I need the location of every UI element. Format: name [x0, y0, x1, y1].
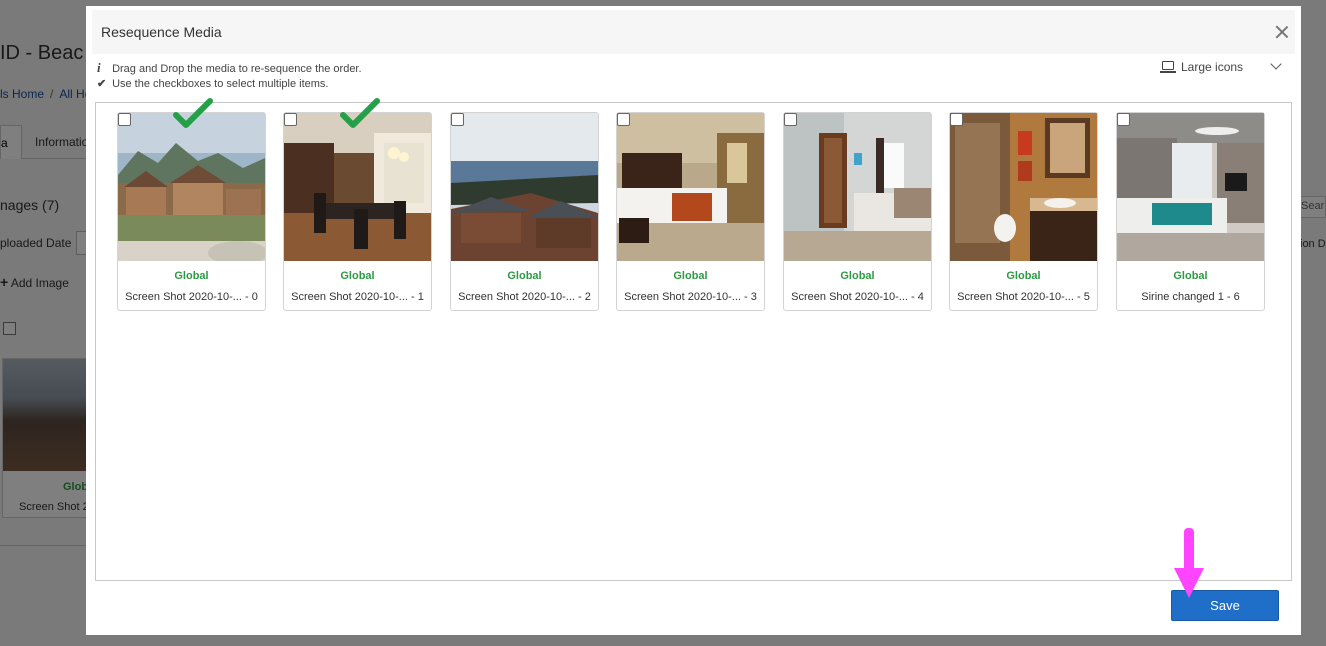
modal-header: Resequence Media	[92, 10, 1295, 54]
drag-hint-text: Drag and Drop the media to re-sequence t…	[112, 63, 362, 75]
view-mode-label: Large icons	[1181, 60, 1244, 74]
green-checkmark-icon	[340, 98, 380, 128]
media-checkbox[interactable]	[284, 113, 297, 126]
media-checkbox[interactable]	[784, 113, 797, 126]
media-card[interactable]: Global Screen Shot 2020-10-... - 4	[783, 112, 932, 311]
media-thumbnail	[1117, 113, 1264, 261]
media-scope: Global	[1006, 270, 1041, 282]
media-scope: Global	[840, 270, 875, 282]
media-scope: Global	[507, 270, 542, 282]
chevron-down-icon	[1270, 58, 1282, 70]
media-card[interactable]: Global Screen Shot 2020-10-... - 3	[616, 112, 765, 311]
view-mode-select[interactable]: Large icons	[1160, 58, 1286, 77]
info-icon: i	[97, 60, 101, 75]
laptop-icon	[1160, 61, 1176, 73]
media-card[interactable]: Global Sirine changed 1 - 6	[1116, 112, 1265, 311]
check-icon: ✔	[97, 78, 107, 90]
media-checkbox[interactable]	[118, 113, 131, 126]
modal-title: Resequence Media	[101, 24, 222, 40]
media-name: Screen Shot 2020-10-... - 2	[458, 291, 591, 303]
media-card[interactable]: Global Screen Shot 2020-10-... - 5	[949, 112, 1098, 311]
media-checkbox[interactable]	[451, 113, 464, 126]
media-card[interactable]: Global Screen Shot 2020-10-... - 1	[283, 98, 432, 311]
media-thumbnail	[950, 113, 1097, 261]
media-name: Sirine changed 1 - 6	[1141, 291, 1240, 303]
media-scope: Global	[673, 270, 708, 282]
arrow-down-icon	[1174, 528, 1204, 598]
media-card[interactable]: Global Screen Shot 2020-10-... - 0	[117, 98, 266, 311]
media-name: Screen Shot 2020-10-... - 0	[125, 291, 258, 303]
media-name: Screen Shot 2020-10-... - 1	[291, 291, 424, 303]
media-thumbnail	[118, 113, 265, 261]
media-name: Screen Shot 2020-10-... - 3	[624, 291, 757, 303]
media-checkbox[interactable]	[617, 113, 630, 126]
media-grid: Global Screen Shot 2020-10-... - 0 Globa…	[95, 98, 1292, 581]
media-thumbnail	[451, 113, 598, 261]
green-checkmark-icon	[173, 98, 213, 128]
checkbox-hint-text: Use the checkboxes to select multiple it…	[112, 78, 329, 90]
checkbox-hint: ✔ Use the checkboxes to select multiple …	[97, 77, 329, 90]
close-button[interactable]	[1273, 23, 1291, 41]
resequence-media-modal: Resequence Media i Drag and Drop the med…	[86, 6, 1301, 635]
media-scope: Global	[1173, 270, 1208, 282]
media-thumbnail	[284, 113, 431, 261]
media-checkbox[interactable]	[1117, 113, 1130, 126]
media-card[interactable]: Global Screen Shot 2020-10-... - 2	[450, 112, 599, 311]
media-checkbox[interactable]	[950, 113, 963, 126]
media-name: Screen Shot 2020-10-... - 5	[957, 291, 1090, 303]
media-scope: Global	[174, 270, 209, 282]
media-name: Screen Shot 2020-10-... - 4	[791, 291, 924, 303]
media-thumbnail	[784, 113, 931, 261]
media-thumbnail	[617, 113, 764, 261]
media-scope: Global	[340, 270, 375, 282]
drag-hint: i Drag and Drop the media to re-sequence…	[97, 60, 362, 76]
